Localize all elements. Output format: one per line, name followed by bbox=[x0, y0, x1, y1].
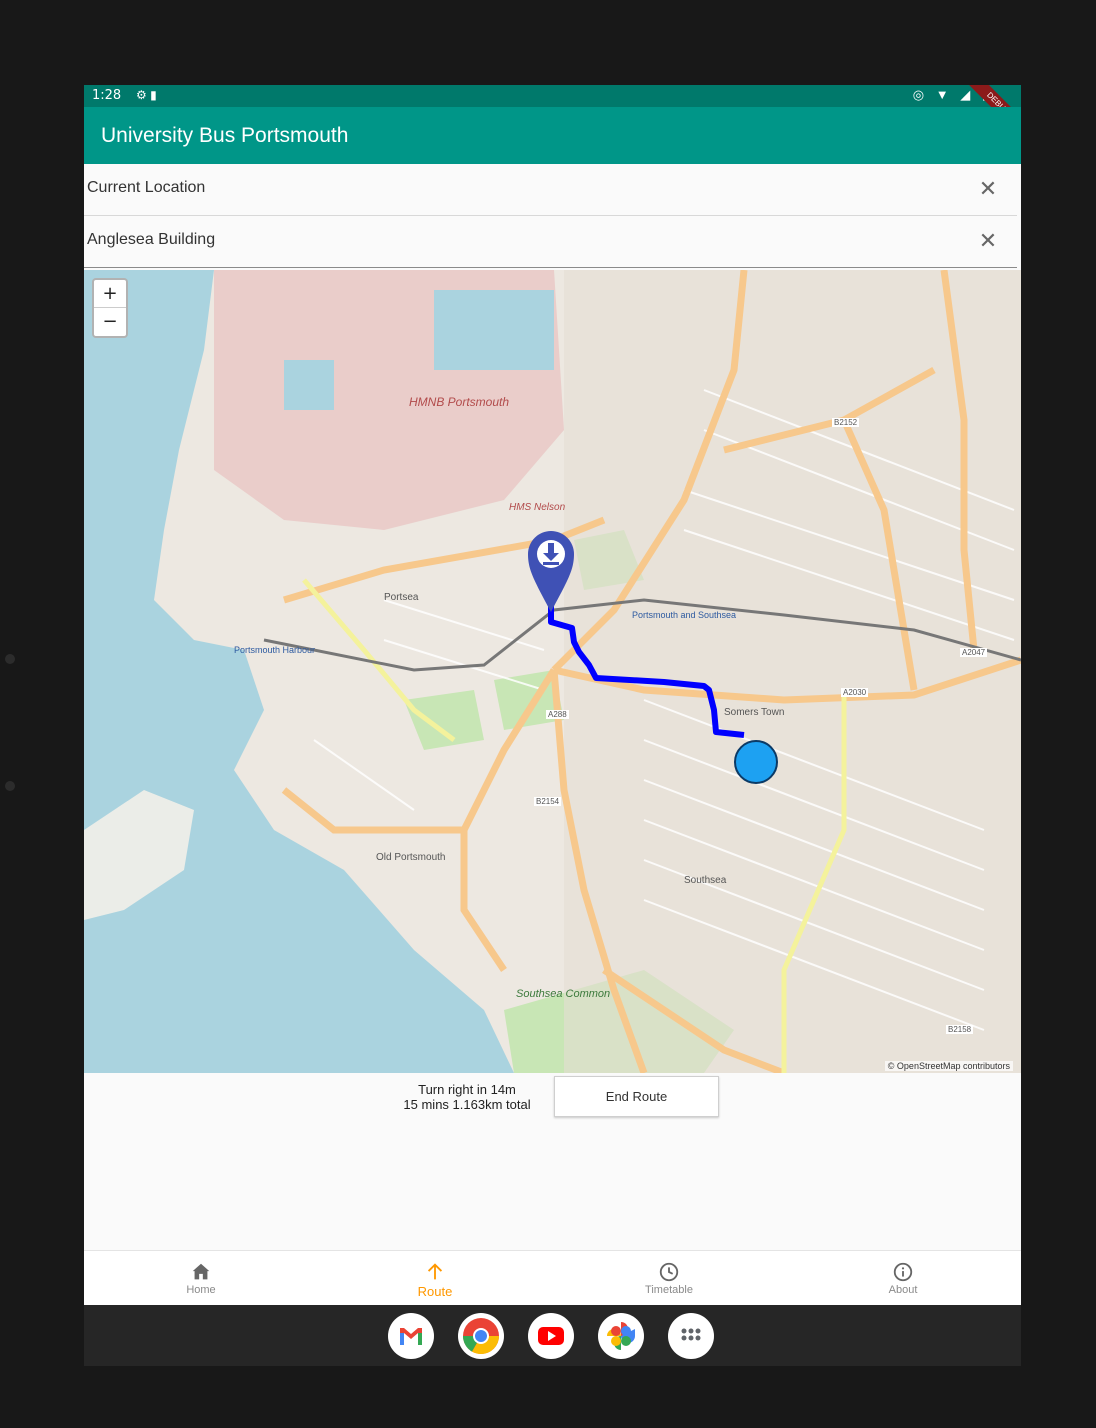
road-shield-a2030: A2030 bbox=[841, 688, 869, 697]
chrome-icon[interactable] bbox=[458, 1313, 504, 1359]
settings-icon: ⚙ bbox=[136, 88, 147, 102]
zoom-control: + − bbox=[92, 278, 128, 338]
park-area bbox=[404, 690, 484, 750]
road-shield-b2158: B2158 bbox=[946, 1025, 974, 1034]
nav-route-label: Route bbox=[417, 1284, 453, 1299]
bottom-navigation: Home Route Timetable About bbox=[84, 1250, 1021, 1305]
device-sensor bbox=[5, 781, 15, 791]
road-shield-b2154: B2154 bbox=[534, 797, 562, 806]
app-drawer-icon[interactable] bbox=[668, 1313, 714, 1359]
nav-about[interactable]: About bbox=[786, 1251, 1020, 1305]
dock-basin bbox=[284, 360, 334, 410]
origin-field[interactable]: Current Location ✕ bbox=[84, 165, 1017, 216]
home-icon bbox=[192, 1263, 210, 1280]
close-icon[interactable]: ✕ bbox=[977, 178, 999, 200]
route-instruction: Turn right in 14m bbox=[418, 1082, 516, 1097]
map-label-southsea: Southsea bbox=[684, 875, 727, 886]
map-label-somers-town: Somers Town bbox=[724, 707, 785, 718]
nav-home-label: Home bbox=[186, 1284, 216, 1296]
map-view[interactable]: HMNB Portsmouth HMS Nelson Portsea Ports… bbox=[84, 270, 1021, 1073]
close-icon[interactable]: ✕ bbox=[977, 230, 999, 252]
gmail-icon[interactable] bbox=[388, 1313, 434, 1359]
location-icon: ◎ bbox=[912, 87, 929, 102]
map-label-portsea: Portsea bbox=[384, 592, 419, 603]
status-bar: 1:28 ⚙ ▮ ◎ ▼ ◢ ▮ DEBUG bbox=[84, 85, 1021, 141]
nav-timetable[interactable]: Timetable bbox=[552, 1251, 786, 1305]
map-attribution[interactable]: © OpenStreetMap contributors bbox=[884, 1061, 1013, 1071]
nav-about-label: About bbox=[888, 1284, 918, 1296]
current-location-dot bbox=[734, 740, 778, 784]
status-time: 1:28 bbox=[92, 88, 122, 103]
tablet-screen: 1:28 ⚙ ▮ ◎ ▼ ◢ ▮ DEBUG University Bus Po… bbox=[84, 85, 1021, 1366]
zoom-out-button[interactable]: − bbox=[94, 308, 126, 335]
map-label-hmnb: HMNB Portsmouth bbox=[409, 395, 510, 409]
dock-basin bbox=[434, 290, 554, 370]
route-info: Turn right in 14m 15 mins 1.163km total bbox=[384, 1082, 550, 1112]
zoom-in-button[interactable]: + bbox=[94, 280, 126, 308]
origin-field-value[interactable]: Current Location bbox=[87, 179, 205, 197]
app-bar: University Bus Portsmouth bbox=[84, 107, 1021, 164]
youtube-icon[interactable] bbox=[528, 1313, 574, 1359]
destination-field[interactable]: Anglesea Building ✕ bbox=[84, 217, 1017, 268]
nav-timetable-label: Timetable bbox=[645, 1284, 693, 1296]
nav-route[interactable]: Route bbox=[318, 1251, 552, 1305]
nav-home[interactable]: Home bbox=[84, 1251, 318, 1305]
road-shield-a2047: A2047 bbox=[960, 648, 988, 657]
photos-icon[interactable] bbox=[598, 1313, 644, 1359]
app-dock bbox=[84, 1305, 1021, 1366]
device-sensor bbox=[5, 654, 15, 664]
app-title: University Bus Portsmouth bbox=[101, 124, 349, 147]
destination-field-value[interactable]: Anglesea Building bbox=[87, 231, 215, 249]
status-left-icons: ⚙ ▮ bbox=[136, 88, 157, 102]
map-label-old-portsmouth: Old Portsmouth bbox=[376, 852, 446, 863]
road-shield-b2152: B2152 bbox=[832, 418, 860, 427]
info-icon bbox=[893, 1262, 913, 1282]
arrow-up-icon bbox=[427, 1263, 443, 1280]
route-summary: 15 mins 1.163km total bbox=[403, 1097, 531, 1112]
signal-icon: ◢ bbox=[960, 87, 975, 102]
map-label-southsea-common: Southsea Common bbox=[516, 988, 611, 1000]
road-shield-a288: A288 bbox=[546, 710, 569, 719]
sd-card-icon: ▮ bbox=[150, 88, 157, 102]
map-canvas bbox=[84, 270, 1021, 1073]
end-route-button[interactable]: End Route bbox=[554, 1076, 719, 1117]
clock-icon bbox=[659, 1262, 679, 1282]
wifi-icon: ▼ bbox=[935, 87, 953, 102]
map-label-portsmouth-southsea: Portsmouth and Southsea bbox=[632, 610, 737, 620]
map-label-portsmouth-harbour: Portsmouth Harbour bbox=[234, 645, 316, 655]
map-label-hms-nelson: HMS Nelson bbox=[509, 502, 566, 513]
